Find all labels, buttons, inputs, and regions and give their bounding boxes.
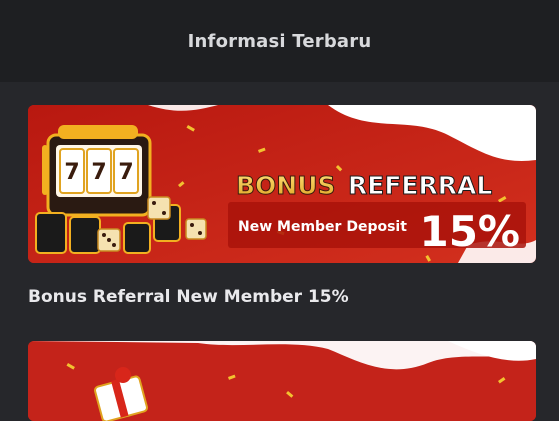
svg-text:7: 7	[118, 160, 133, 185]
page-header: Informasi Terbaru	[0, 0, 559, 82]
page-title: Informasi Terbaru	[187, 30, 372, 52]
banner-image: 7 7 7 BONUS REFERRAL New Member Deposit …	[28, 105, 536, 263]
banner-word-bonus: BONUS	[236, 171, 336, 200]
banner-word-referral: REFERRAL	[348, 171, 492, 200]
news-title[interactable]: Bonus Referral New Member 15%	[28, 287, 349, 307]
svg-text:7: 7	[91, 160, 106, 185]
banner-subtitle: New Member Deposit	[238, 219, 407, 235]
banner-image	[28, 341, 536, 421]
news-card-banner[interactable]	[28, 341, 536, 421]
svg-text:7: 7	[64, 160, 79, 185]
banner-percent: 15%	[419, 207, 520, 256]
news-card-banner[interactable]: 7 7 7 BONUS REFERRAL New Member Deposit …	[28, 105, 536, 263]
